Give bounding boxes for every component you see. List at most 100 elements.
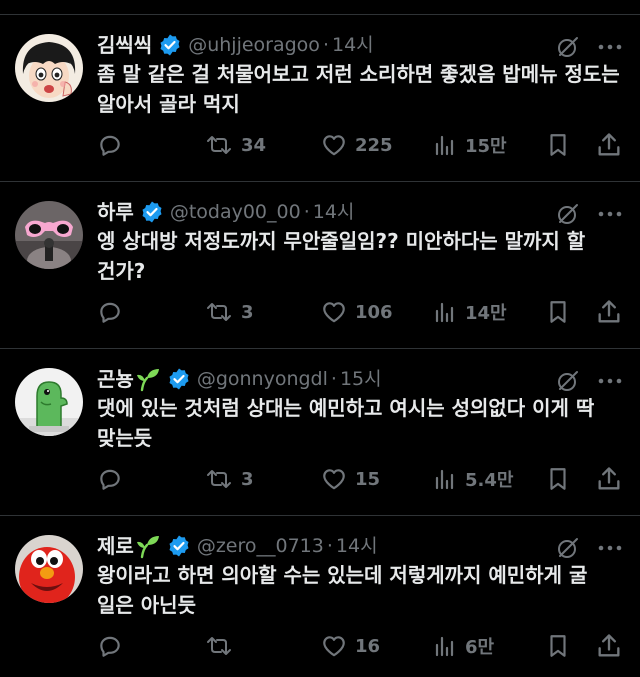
views-icon <box>435 469 454 490</box>
views-count: 15만 <box>465 136 507 157</box>
like-count: 16 <box>355 635 381 657</box>
grok-icon[interactable] <box>556 35 580 59</box>
like-count: 106 <box>355 301 393 323</box>
separator-dot: · <box>322 34 329 56</box>
retweet-count: 34 <box>241 134 267 156</box>
bookmark-icon <box>550 468 566 490</box>
tweet-actions: 3 106 14만 <box>97 296 627 328</box>
timestamp[interactable]: 14시 <box>336 530 378 562</box>
separator-dot: · <box>326 535 333 557</box>
more-icon[interactable] <box>596 37 624 57</box>
bookmark-button[interactable] <box>545 630 571 662</box>
views-button[interactable]: 5.4만 <box>433 463 513 495</box>
more-icon[interactable] <box>596 204 624 224</box>
avatar-1[interactable] <box>15 34 83 102</box>
retweet-icon <box>207 303 231 321</box>
views-count: 5.4만 <box>465 470 514 491</box>
views-button[interactable]: 6만 <box>433 630 494 662</box>
retweet-icon <box>207 470 231 488</box>
bookmark-icon <box>550 134 566 156</box>
share-button[interactable] <box>595 463 623 495</box>
tweet-actions: 3 15 5.4만 <box>97 463 627 495</box>
tweet-3[interactable]: 곤뇽 @gonnyongdl · 15시 댓에 있는 것처럼 상대는 예민하고 … <box>0 349 640 516</box>
tweet-text: 엥 상대방 저정도까지 무안줄일임?? 미안하다는 말까지 할 건가? <box>97 229 586 283</box>
display-name[interactable]: 하루 <box>97 196 134 228</box>
views-icon <box>435 302 454 323</box>
tweet-2[interactable]: 하루 @today00_00 · 14시 엥 상대방 저정도까지 무안줄일임??… <box>0 182 640 349</box>
verified-badge-icon <box>142 201 162 223</box>
avatar-2[interactable] <box>15 201 83 269</box>
share-button[interactable] <box>595 296 623 328</box>
like-button[interactable]: 15 <box>321 463 380 495</box>
more-icon[interactable] <box>596 538 624 558</box>
tweet-header: 하루 @today00_00 · 14시 <box>97 196 354 228</box>
verified-badge-icon <box>160 34 180 56</box>
views-button[interactable]: 14만 <box>433 296 507 328</box>
share-button[interactable] <box>595 129 623 161</box>
tweet-header: 곤뇽 @gonnyongdl · 15시 <box>97 363 382 395</box>
verified-badge-icon <box>169 535 189 557</box>
retweet-button[interactable]: 3 <box>205 296 254 328</box>
retweet-button[interactable]: 34 <box>205 129 266 161</box>
views-button[interactable]: 15만 <box>433 129 507 161</box>
retweet-icon <box>207 136 231 154</box>
retweet-count: 3 <box>241 301 254 323</box>
tweet-text: 좀 말 같은 걸 처물어보고 저런 소리하면 좋겠음 밥메뉴 정도는 알아서 골… <box>97 62 620 116</box>
like-count: 15 <box>355 468 381 490</box>
views-icon <box>435 135 454 156</box>
timestamp[interactable]: 14시 <box>313 196 355 228</box>
timestamp[interactable]: 15시 <box>340 363 382 395</box>
sprout-icon <box>136 369 159 392</box>
handle[interactable]: @today00_00 <box>170 196 301 228</box>
reply-button[interactable] <box>97 463 131 495</box>
tweet-actions: 16 6만 <box>97 630 627 662</box>
reply-icon <box>100 636 120 657</box>
bookmark-button[interactable] <box>545 463 571 495</box>
heart-icon <box>323 302 345 323</box>
separator-dot: · <box>330 368 337 390</box>
pink-sunglasses-avatar <box>15 201 83 269</box>
share-icon <box>598 133 620 156</box>
views-count: 6만 <box>465 637 495 658</box>
like-button[interactable]: 106 <box>321 296 393 328</box>
bookmark-button[interactable] <box>545 296 571 328</box>
timestamp[interactable]: 14시 <box>332 29 374 61</box>
display-name[interactable]: 곤뇽 <box>97 363 134 395</box>
tweet-1[interactable]: 김씩씩 @uhjjeoragoo · 14시 좀 말 같은 걸 처물어보고 저런… <box>0 15 640 182</box>
heart-icon <box>323 636 345 657</box>
avatar-4[interactable] <box>15 535 83 603</box>
retweet-button[interactable]: 3 <box>205 463 254 495</box>
retweet-icon <box>207 637 231 655</box>
tweet-header: 김씩씩 @uhjjeoragoo · 14시 <box>97 29 374 61</box>
views-icon <box>435 636 454 657</box>
display-name[interactable]: 김씩씩 <box>97 29 152 61</box>
separator-dot: · <box>303 201 310 223</box>
bookmark-button[interactable] <box>545 129 571 161</box>
reply-button[interactable] <box>97 296 131 328</box>
display-name[interactable]: 제로 <box>97 530 134 562</box>
grok-icon[interactable] <box>556 202 580 226</box>
bookmark-icon <box>550 635 566 657</box>
grok-icon[interactable] <box>556 536 580 560</box>
reply-button[interactable] <box>97 129 131 161</box>
like-button[interactable]: 225 <box>321 129 393 161</box>
tweet-feed: 김씩씩 @uhjjeoragoo · 14시 좀 말 같은 걸 처물어보고 저런… <box>0 0 640 677</box>
green-dino-avatar <box>15 368 83 436</box>
tweet-4[interactable]: 제로 @zero__0713 · 14시 왕이라고 하면 의아할 수는 있는데 … <box>0 516 640 677</box>
share-icon <box>598 467 620 490</box>
more-icon[interactable] <box>596 371 624 391</box>
handle[interactable]: @uhjjeoragoo <box>188 29 320 61</box>
retweet-button[interactable] <box>205 630 241 662</box>
handle[interactable]: @gonnyongdl <box>197 363 328 395</box>
like-button[interactable]: 16 <box>321 630 380 662</box>
reply-button[interactable] <box>97 630 131 662</box>
bookmark-icon <box>550 301 566 323</box>
reply-icon <box>100 135 120 156</box>
share-button[interactable] <box>595 630 623 662</box>
grok-icon[interactable] <box>556 369 580 393</box>
handle[interactable]: @zero__0713 <box>197 530 324 562</box>
heart-icon <box>323 135 345 156</box>
like-count: 225 <box>355 134 393 156</box>
avatar-3[interactable] <box>15 368 83 436</box>
reply-icon <box>100 302 120 323</box>
